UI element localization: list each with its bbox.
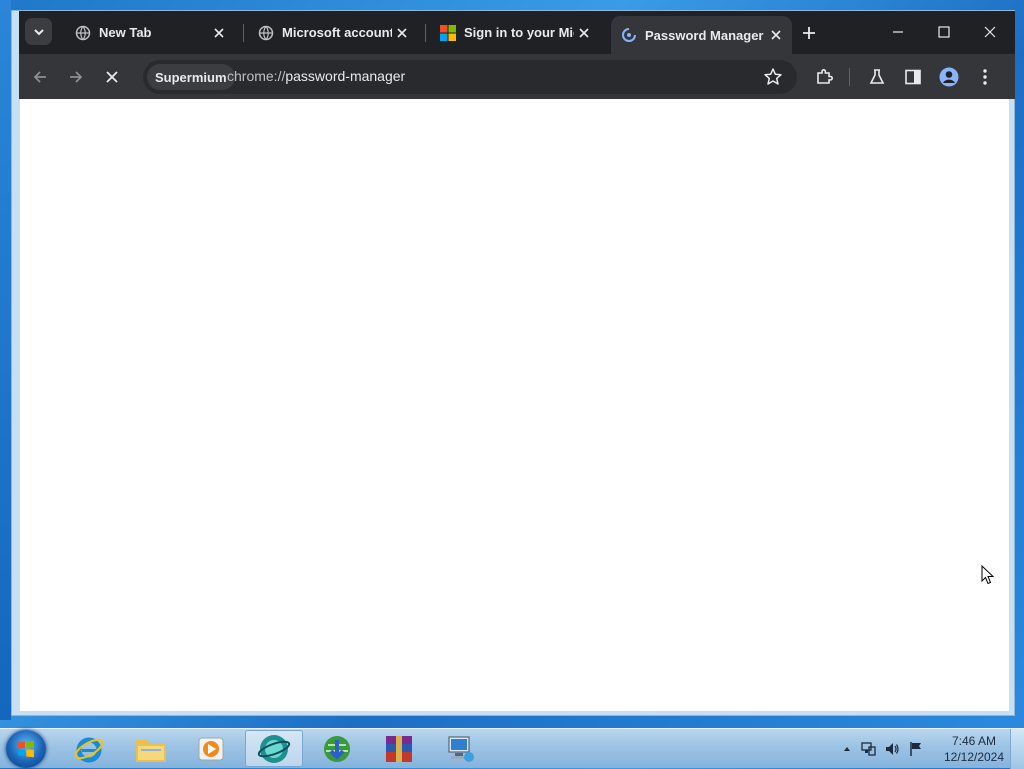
loading-key-icon: [621, 27, 637, 43]
bookmark-star-icon[interactable]: [763, 67, 783, 87]
network-computer-icon: [448, 735, 474, 762]
internet-explorer-icon: [74, 737, 104, 762]
chevron-down-icon: [33, 28, 44, 35]
media-player-icon: [198, 737, 224, 760]
tab-new-tab[interactable]: New Tab: [65, 16, 235, 49]
menu-button[interactable]: [975, 67, 995, 87]
show-desktop-button[interactable]: [1010, 729, 1024, 769]
side-panel-icon: [905, 69, 921, 85]
windows-logo-icon: [18, 740, 34, 758]
close-tab-icon[interactable]: [392, 23, 412, 43]
taskbar-network-computer[interactable]: [432, 730, 490, 767]
plus-icon: [803, 27, 815, 39]
site-info-chip[interactable]: Supermium: [147, 64, 235, 90]
clock-time: 7:46 AM: [951, 734, 997, 748]
microsoft-logo-icon: [440, 24, 456, 41]
forward-button[interactable]: [61, 62, 91, 92]
file-explorer-icon: [136, 739, 166, 762]
url-text[interactable]: chrome://password-manager: [227, 68, 405, 84]
new-tab-button[interactable]: [799, 23, 819, 43]
arrow-right-icon: [70, 71, 83, 83]
toolbar-separator: [849, 68, 850, 86]
minimize-button[interactable]: [875, 18, 921, 46]
desktop-background: [0, 0, 11, 720]
side-panel-button[interactable]: [903, 67, 923, 87]
close-tab-icon[interactable]: [574, 23, 594, 43]
url-scheme: chrome://: [227, 68, 286, 84]
tab-title: Microsoft account: [282, 25, 392, 40]
kebab-menu-icon: [983, 69, 987, 85]
profile-button[interactable]: [939, 67, 959, 87]
supermium-browser-icon: [257, 734, 291, 763]
maximize-icon: [938, 26, 950, 38]
system-tray: [842, 729, 924, 769]
close-tab-icon[interactable]: [209, 23, 229, 43]
network-icon[interactable]: [860, 741, 876, 757]
mouse-cursor-icon: [981, 565, 995, 585]
tab-microsoft-account[interactable]: Microsoft account: [248, 16, 418, 49]
browser-toolbar: Supermium chrome://password-manager: [19, 54, 1015, 99]
action-center-flag-icon[interactable]: [908, 741, 924, 757]
address-bar[interactable]: Supermium chrome://password-manager: [143, 60, 797, 94]
tab-title: Sign in to your Micro: [464, 25, 574, 40]
close-icon: [106, 71, 118, 83]
avatar-icon: [939, 67, 959, 87]
extensions-button[interactable]: [814, 67, 834, 87]
maximize-button[interactable]: [921, 18, 967, 46]
show-hidden-icons-icon[interactable]: [842, 744, 852, 754]
taskbar-internet-explorer[interactable]: [60, 730, 118, 767]
close-icon: [984, 26, 996, 38]
download-manager-icon: [324, 735, 350, 762]
tab-separator: [425, 24, 426, 42]
tab-title: New Tab: [99, 25, 152, 40]
globe-icon: [75, 25, 91, 41]
taskbar: 7:46 AM 12/12/2024: [0, 728, 1024, 769]
tab-strip: New Tab Microsoft account Sign in to you…: [19, 11, 1015, 54]
taskbar-file-explorer[interactable]: [122, 730, 180, 767]
arrow-left-icon: [33, 71, 46, 83]
winrar-icon: [386, 735, 412, 762]
browser-window: New Tab Microsoft account Sign in to you…: [11, 10, 1015, 716]
close-window-button[interactable]: [967, 18, 1013, 46]
taskbar-media-player[interactable]: [182, 730, 240, 767]
taskbar-download-manager[interactable]: [308, 730, 366, 767]
tab-separator: [243, 24, 244, 42]
url-path: password-manager: [285, 68, 406, 84]
taskbar-winrar[interactable]: [370, 730, 428, 767]
tab-password-manager[interactable]: Password Manager: [611, 16, 792, 54]
tab-search-button[interactable]: [25, 18, 52, 45]
close-tab-icon[interactable]: [766, 25, 786, 45]
flask-icon: [869, 69, 885, 84]
page-content[interactable]: [19, 99, 1009, 711]
stop-loading-button[interactable]: [97, 62, 127, 92]
back-button[interactable]: [25, 62, 55, 92]
tab-title: Password Manager: [645, 27, 764, 43]
labs-button[interactable]: [867, 67, 887, 87]
volume-icon[interactable]: [884, 741, 900, 757]
clock-date: 12/12/2024: [943, 750, 1005, 764]
taskbar-supermium-browser[interactable]: [245, 730, 303, 767]
puzzle-piece-icon: [817, 69, 833, 84]
start-button[interactable]: [6, 730, 46, 768]
globe-icon: [258, 25, 274, 41]
minimize-icon: [893, 31, 903, 33]
tab-sign-in-microsoft[interactable]: Sign in to your Micro: [430, 16, 600, 49]
taskbar-clock[interactable]: 7:46 AM 12/12/2024: [938, 733, 1010, 765]
